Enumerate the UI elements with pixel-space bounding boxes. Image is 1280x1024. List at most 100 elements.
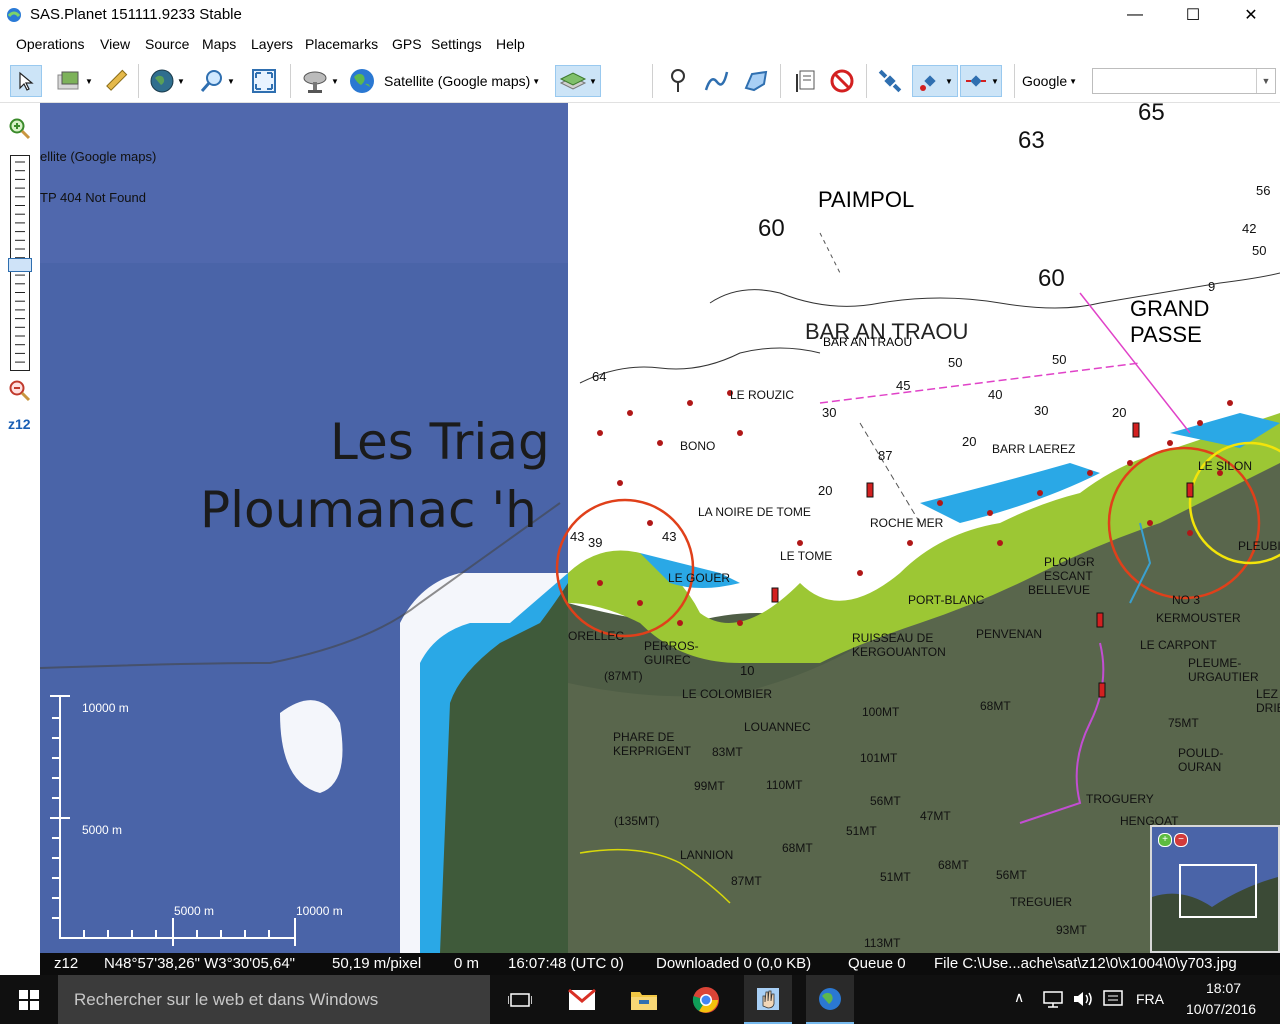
chrome-taskbar-button[interactable] [682, 975, 730, 1024]
depth-label: 42 [1242, 221, 1257, 236]
map-source-dropdown[interactable]: Satellite (Google maps) ▼ [348, 65, 552, 97]
clock-time[interactable]: 18:07 [1206, 980, 1241, 996]
chart-label-bellevue: BELLEVUE [1028, 583, 1091, 597]
menu-settings[interactable]: Settings [431, 36, 482, 52]
status-downloaded: Downloaded 0 (0,0 KB) [656, 955, 812, 972]
depth-label: 50 [1052, 352, 1067, 367]
selection-dropdown-button[interactable]: ▼ [50, 65, 98, 97]
toolbar-separator [290, 64, 291, 98]
mini-map[interactable]: + − [1150, 825, 1280, 953]
gps-center-dropdown-button[interactable]: ▼ [960, 65, 1002, 97]
sasplanet-taskbar-button[interactable] [806, 975, 854, 1024]
depth-label: 50 [948, 355, 963, 370]
app-taskbar-button[interactable] [744, 975, 792, 1024]
depth-label: 56 [1256, 183, 1271, 198]
volume-icon[interactable] [1072, 990, 1094, 1008]
rock-marker [617, 480, 623, 486]
menu-layers[interactable]: Layers [251, 36, 293, 52]
gps-connect-button[interactable] [874, 65, 906, 97]
zoom-panel: z12 [0, 103, 40, 953]
zoom-in-icon[interactable] [8, 117, 32, 141]
buoy-marker [1132, 422, 1140, 438]
taskbar-search-box[interactable]: Rechercher sur le web et dans Windows [58, 975, 490, 1024]
hand-tool-icon [757, 987, 779, 1010]
start-button[interactable] [0, 975, 58, 1024]
fullscreen-icon [252, 69, 276, 93]
action-center-icon[interactable] [1102, 989, 1124, 1009]
chevron-up-icon[interactable]: ∧ [1014, 989, 1024, 1006]
rock-marker [597, 580, 603, 586]
chart-label-ruisseau: RUISSEAU DE KERGOUANTON [852, 631, 946, 659]
scale-label: 5000 m [82, 823, 123, 837]
close-button[interactable]: ✕ [1222, 0, 1280, 30]
depth-label: 30 [1034, 403, 1049, 418]
zoom-slider-thumb[interactable] [8, 258, 32, 272]
depth-label: 10 [740, 663, 755, 678]
select-tool-button[interactable] [10, 65, 42, 97]
maximize-button[interactable]: ☐ [1164, 0, 1222, 30]
rock-marker [737, 620, 743, 626]
rock-marker [637, 600, 643, 606]
ruler-button[interactable] [100, 65, 132, 97]
zoom-out-icon[interactable] [8, 379, 32, 403]
folder-icon [631, 991, 657, 1010]
zoom-dropdown-button[interactable]: ▼ [194, 65, 240, 97]
search-input[interactable]: ▼ [1092, 68, 1276, 94]
mini-map-zoom-in-icon[interactable]: + [1158, 833, 1172, 847]
depth-label: 60 [1038, 265, 1065, 292]
height-label: 68MT [782, 841, 813, 855]
menu-maps[interactable]: Maps [202, 36, 236, 52]
layers-dropdown-button[interactable]: ▼ [555, 65, 601, 97]
buoy-marker [771, 587, 779, 603]
gmail-taskbar-button[interactable] [558, 975, 606, 1024]
chart-label-plougrescant: PLOUGR ESCANT [1044, 555, 1095, 583]
chevron-down-icon: ▼ [589, 76, 597, 86]
overlay-error-text: TP 404 Not Found [40, 190, 146, 205]
taskbar: Rechercher sur le web et dans Windows ∧ … [0, 975, 1280, 1024]
add-path-button[interactable] [700, 65, 732, 97]
language-indicator[interactable]: FRA [1136, 991, 1164, 1007]
depth-label: 43 [570, 529, 585, 544]
add-polygon-button[interactable] [740, 65, 772, 97]
height-label: 87MT [731, 874, 762, 888]
pin-icon [671, 69, 685, 92]
menu-gps[interactable]: GPS [392, 36, 422, 52]
gps-track-dropdown-button[interactable]: ▼ [912, 65, 958, 97]
chart-label-le-tome: LE TOME [780, 549, 833, 563]
add-placemark-button[interactable] [662, 65, 694, 97]
status-time: 16:07:48 (UTC 0) [508, 955, 624, 972]
clock-date[interactable]: 10/07/2016 [1186, 1001, 1256, 1017]
chart-label-le-rouzic: LE ROUZIC [730, 388, 795, 402]
mini-map-zoom-out-icon[interactable]: − [1174, 833, 1188, 847]
height-label: 99MT [694, 779, 725, 793]
map-view[interactable]: ellite (Google maps) TP 404 Not Found Le… [40, 103, 1280, 953]
menu-help[interactable]: Help [496, 36, 525, 52]
minimize-button[interactable]: — [1106, 0, 1164, 30]
fullscreen-button[interactable] [248, 65, 280, 97]
app-icon [7, 8, 21, 22]
placemark-list-button[interactable] [790, 65, 822, 97]
rock-marker [1087, 470, 1093, 476]
chart-label-pouldouran: POULD- OURAN [1178, 746, 1224, 774]
rock-marker [597, 430, 603, 436]
gps-track-icon [920, 75, 936, 91]
search-provider-label: Google [1022, 73, 1068, 89]
globe-dropdown-button[interactable]: ▼ [144, 65, 190, 97]
rock-marker [1147, 520, 1153, 526]
title-bar[interactable]: SAS.Planet 151111.9233 Stable — ☐ ✕ [0, 0, 1280, 30]
polygon-icon [744, 70, 768, 92]
menu-operations[interactable]: Operations [16, 36, 84, 52]
menu-source[interactable]: Source [145, 36, 189, 52]
file-explorer-taskbar-button[interactable] [620, 975, 668, 1024]
chevron-down-icon[interactable]: ▼ [1256, 69, 1275, 93]
rock-marker [997, 540, 1003, 546]
rock-marker [857, 570, 863, 576]
task-view-button[interactable] [496, 975, 544, 1024]
network-icon[interactable] [1042, 990, 1064, 1008]
search-provider-dropdown[interactable]: Google ▼ [1022, 65, 1088, 97]
menu-placemarks[interactable]: Placemarks [305, 36, 378, 52]
menu-view[interactable]: View [100, 36, 130, 52]
hide-placemarks-button[interactable] [826, 65, 858, 97]
satellite-dish-button[interactable]: ▼ [296, 65, 344, 97]
depth-label: 45 [896, 378, 911, 393]
